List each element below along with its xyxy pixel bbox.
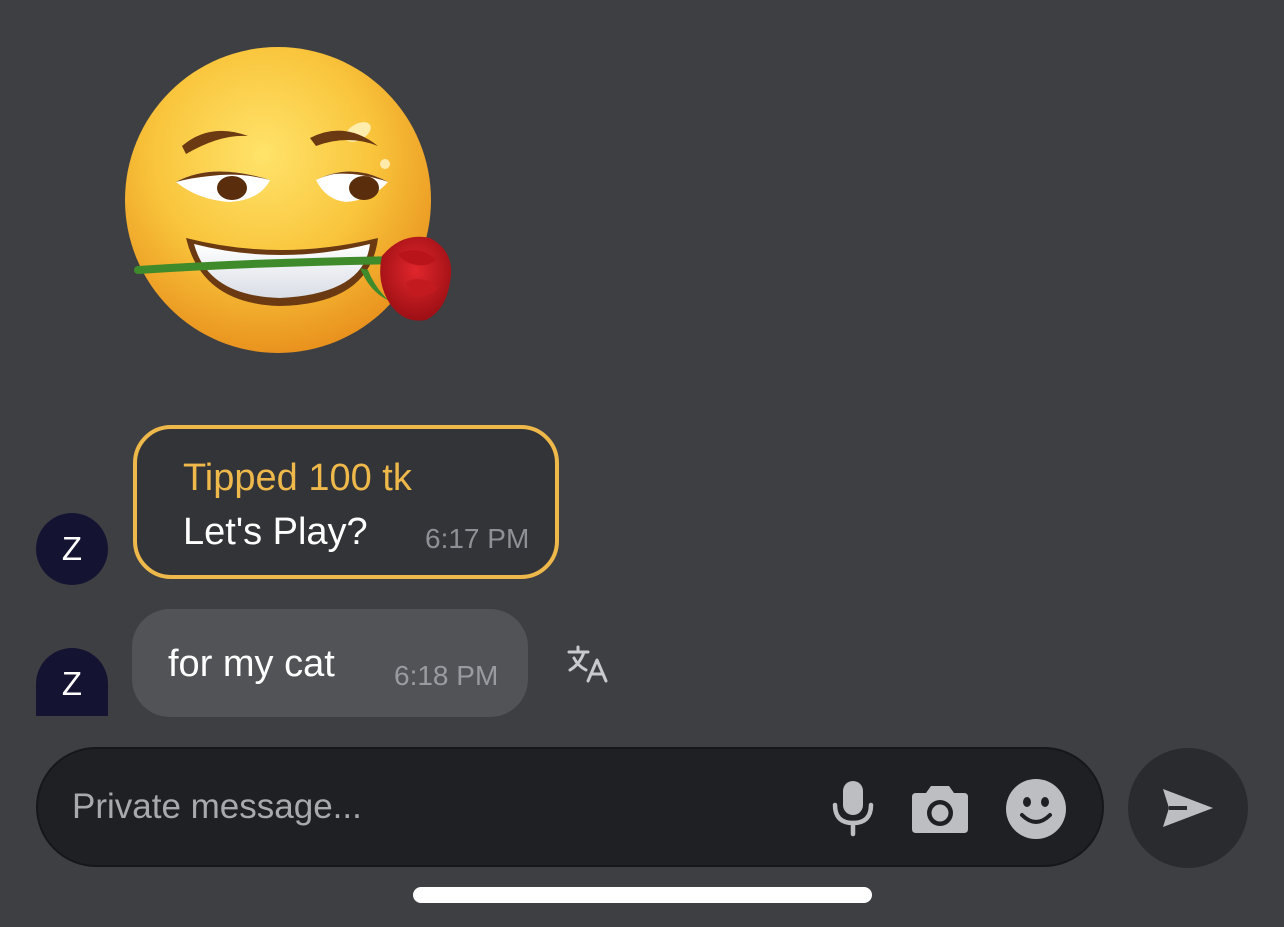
camera-icon[interactable] bbox=[908, 783, 972, 835]
emoji-icon[interactable] bbox=[1005, 778, 1067, 840]
send-button[interactable] bbox=[1128, 748, 1248, 868]
chat-screen: Z Tipped 100 tk Let's Play? 6:17 PM Z fo… bbox=[0, 0, 1284, 927]
tip-label: Tipped 100 tk bbox=[183, 457, 412, 499]
message-text: for my cat bbox=[168, 643, 335, 685]
message-composer bbox=[36, 747, 1104, 867]
smirk-rose-sticker[interactable] bbox=[120, 42, 465, 360]
microphone-icon[interactable] bbox=[828, 779, 878, 837]
message-timestamp: 6:17 PM bbox=[425, 523, 530, 554]
message-bubble[interactable]: for my cat 6:18 PM bbox=[132, 609, 528, 717]
message-timestamp: 6:18 PM bbox=[394, 660, 499, 691]
message-text: Let's Play? bbox=[183, 511, 368, 553]
tip-message-bubble[interactable]: Tipped 100 tk Let's Play? 6:17 PM bbox=[133, 425, 559, 579]
send-icon bbox=[1163, 789, 1213, 827]
private-message-input[interactable] bbox=[72, 779, 812, 835]
chat-clip bbox=[0, 717, 1284, 747]
avatar-initial: Z bbox=[61, 665, 83, 702]
avatar-initial: Z bbox=[61, 530, 83, 567]
smirking-face-icon bbox=[125, 47, 452, 353]
home-indicator bbox=[413, 887, 872, 903]
translate-icon[interactable] bbox=[566, 644, 610, 684]
avatar[interactable]: Z bbox=[36, 648, 108, 716]
avatar[interactable]: Z bbox=[36, 513, 108, 585]
